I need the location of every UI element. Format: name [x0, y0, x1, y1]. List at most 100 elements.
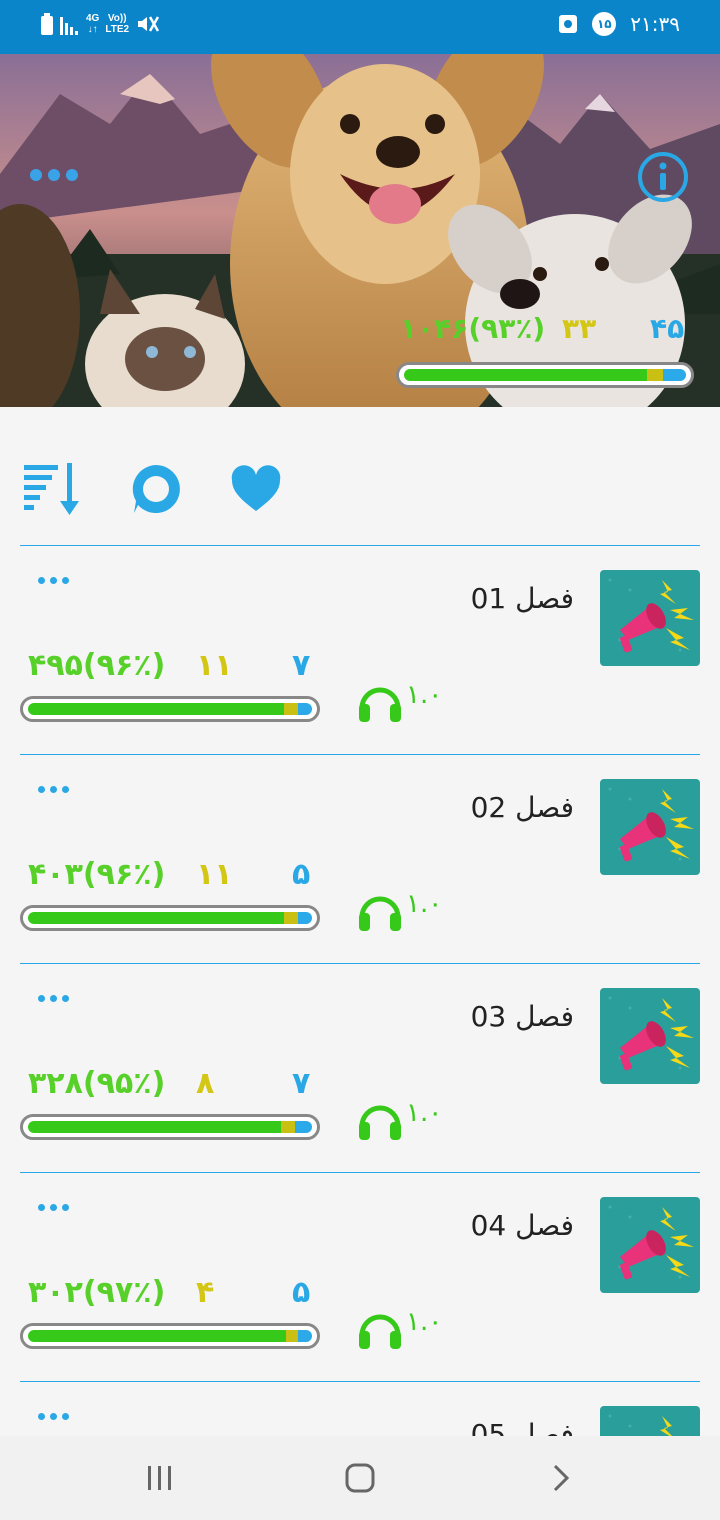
- network-type: 4G ↓↑: [86, 13, 100, 35]
- recent-apps-button[interactable]: [130, 1454, 190, 1502]
- headphones-icon: [359, 1314, 401, 1349]
- playback-speed: ۱.۰: [406, 1307, 443, 1337]
- playback-speed: ۱.۰: [406, 680, 443, 710]
- dot-icon: [50, 994, 57, 1002]
- hero-stats: ۱۰۴۶(۹۳٪) ۳۳ ۴۵: [400, 312, 690, 352]
- progress-green: [28, 912, 284, 924]
- progress-green: [28, 1330, 287, 1342]
- megaphone-icon: [600, 779, 700, 875]
- listen-button[interactable]: [356, 1098, 404, 1142]
- chapter-title: فصل 01: [470, 582, 574, 615]
- playback-speed: ۱.۰: [406, 889, 443, 919]
- info-icon[interactable]: [636, 150, 690, 204]
- stat-blue: ۷: [292, 648, 311, 683]
- dot-icon: [62, 994, 69, 1002]
- chapter-thumbnail: [600, 1197, 700, 1293]
- dot-icon: [38, 785, 45, 793]
- screen-record-icon: [559, 15, 578, 33]
- stat-yellow: ۴: [196, 1275, 215, 1310]
- hero-more-button[interactable]: [30, 160, 86, 190]
- chevron-right-icon: [553, 1464, 570, 1492]
- chapter-progress-bar: [20, 696, 320, 722]
- stat-green: ۴۰۳(۹۶٪): [28, 857, 166, 892]
- progress-green: [28, 1121, 281, 1133]
- navigation-bar: [0, 1436, 720, 1520]
- hero-stat-green: ۱۰۴۶(۹۳٪): [400, 312, 546, 345]
- listen-button[interactable]: [356, 680, 404, 724]
- chapter-row[interactable]: فصل 02 ۴۰۳(۹۶٪) ۱۱ ۵ ۱.۰: [0, 755, 720, 964]
- progress-yellow: [283, 703, 298, 715]
- comment-bubble-icon: [132, 465, 180, 513]
- chapter-row[interactable]: فصل 04 ۳۰۲(۹۷٪) ۴ ۵ ۱.۰: [0, 1173, 720, 1382]
- comment-button[interactable]: [124, 457, 188, 521]
- favorite-button[interactable]: [224, 457, 288, 521]
- volte-indicator: Vo)) LTE2: [105, 13, 130, 35]
- row-more-button[interactable]: [38, 988, 74, 1008]
- row-more-button[interactable]: [38, 779, 74, 799]
- dot-icon: [30, 169, 42, 181]
- dot-icon: [62, 1412, 69, 1420]
- status-bar: 4G ↓↑ Vo)) LTE2 ۱۵ ۲۱:۳۹: [0, 0, 720, 54]
- battery-icon: [41, 13, 53, 35]
- chapter-stats: ۳۰۲(۹۷٪) ۴ ۵: [20, 1271, 320, 1315]
- stat-yellow: ۱۱: [196, 648, 233, 683]
- row-more-button[interactable]: [38, 1197, 74, 1217]
- chapter-progress-bar: [20, 1114, 320, 1140]
- dot-icon: [38, 1203, 45, 1211]
- listen-button[interactable]: [356, 889, 404, 933]
- dot-icon: [50, 1203, 57, 1211]
- stat-green: ۴۹۵(۹۶٪): [28, 648, 166, 683]
- dot-icon: [50, 1412, 57, 1420]
- megaphone-icon: [600, 1197, 700, 1293]
- stat-yellow: ۸: [196, 1066, 215, 1101]
- chapter-title: فصل 02: [470, 791, 574, 824]
- back-button[interactable]: [532, 1454, 592, 1502]
- chapter-thumbnail: [600, 988, 700, 1084]
- megaphone-icon: [600, 988, 700, 1084]
- chapter-thumbnail: [600, 779, 700, 875]
- playback-speed: ۱.۰: [406, 1098, 443, 1128]
- chapter-row[interactable]: فصل 03 ۳۲۸(۹۵٪) ۸ ۷ ۱.۰: [0, 964, 720, 1173]
- progress-blue: [297, 703, 312, 715]
- dot-icon: [50, 785, 57, 793]
- chapter-title: فصل 04: [470, 1209, 574, 1242]
- progress-blue: [663, 369, 686, 381]
- stat-yellow: ۱۱: [196, 857, 233, 892]
- hero-stat-yellow: ۳۳: [562, 312, 597, 345]
- sort-button[interactable]: [20, 457, 84, 521]
- notification-badge: ۱۵: [592, 12, 617, 36]
- listen-button[interactable]: [356, 1307, 404, 1351]
- chapter-stats: ۳۲۸(۹۵٪) ۸ ۷: [20, 1062, 320, 1106]
- row-more-button[interactable]: [38, 1406, 74, 1426]
- home-button[interactable]: [330, 1454, 390, 1502]
- dot-icon: [38, 994, 45, 1002]
- dot-icon: [66, 169, 78, 181]
- megaphone-icon: [600, 570, 700, 666]
- dot-icon: [62, 576, 69, 584]
- hero-banner: [0, 54, 720, 407]
- dot-icon: [62, 785, 69, 793]
- mute-icon: [138, 16, 160, 32]
- hero-progress-bar: [396, 362, 694, 388]
- progress-green: [404, 369, 647, 381]
- chapter-stats: ۴۰۳(۹۶٪) ۱۱ ۵: [20, 853, 320, 897]
- dot-icon: [38, 1412, 45, 1420]
- stat-blue: ۵: [292, 857, 311, 892]
- dot-icon: [62, 1203, 69, 1211]
- hero-illustration: [0, 54, 720, 407]
- heart-icon: [231, 465, 281, 511]
- signal-icon: [60, 17, 78, 35]
- stat-green: ۳۲۸(۹۵٪): [28, 1066, 166, 1101]
- chapter-progress-bar: [20, 905, 320, 931]
- headphones-icon: [359, 896, 401, 931]
- progress-green: [28, 703, 284, 715]
- chapter-progress-bar: [20, 1323, 320, 1349]
- headphones-icon: [359, 687, 401, 722]
- dot-icon: [48, 169, 60, 181]
- progress-yellow: [646, 369, 664, 381]
- stat-blue: ۵: [292, 1275, 311, 1310]
- row-more-button[interactable]: [38, 570, 74, 590]
- recent-apps-icon: [148, 1466, 171, 1490]
- chapter-row[interactable]: فصل 01 ۴۹۵(۹۶٪) ۱۱ ۷ ۱.۰: [0, 546, 720, 755]
- home-icon: [345, 1463, 375, 1493]
